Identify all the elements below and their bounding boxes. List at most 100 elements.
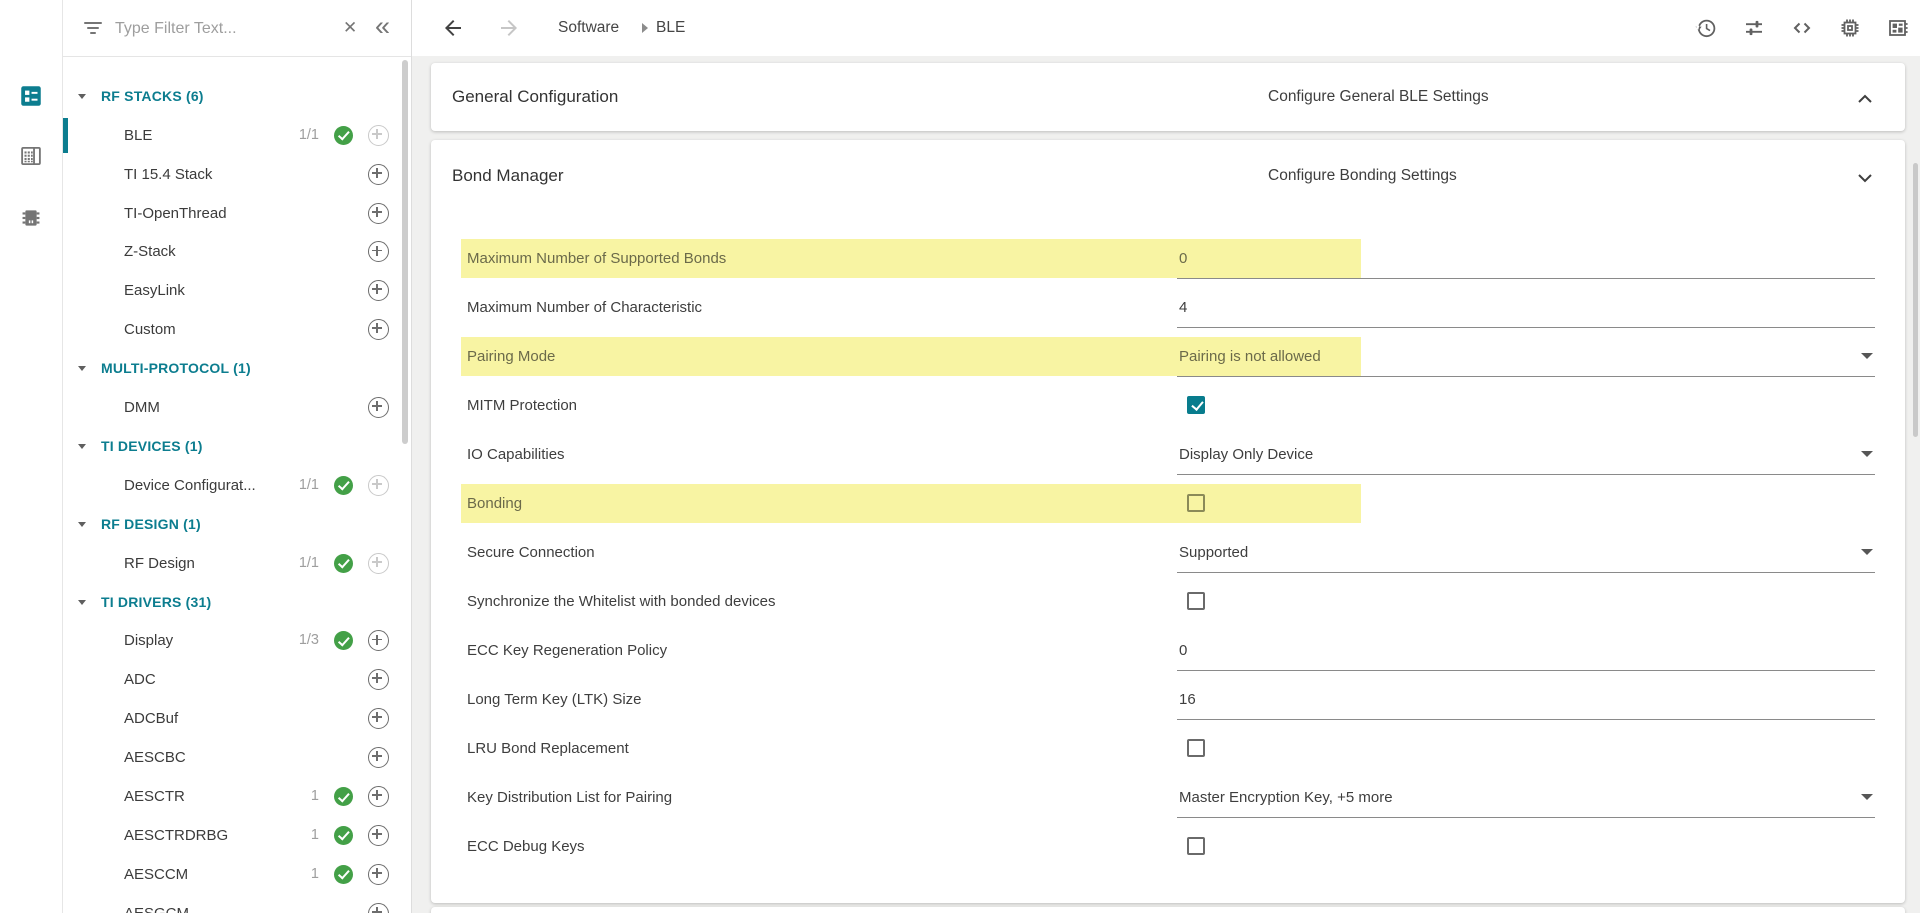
input-underline — [1177, 376, 1875, 377]
back-arrow-icon[interactable] — [441, 16, 465, 45]
tree-item-aescbc[interactable]: AESCBC — [63, 738, 411, 777]
tree-item-aesctrdrbg[interactable]: AESCTRDRBG1 — [63, 816, 411, 855]
lru-bond-replacement-checkbox[interactable] — [1187, 739, 1205, 757]
tune-icon[interactable] — [1742, 16, 1766, 40]
add-module-button[interactable] — [368, 903, 389, 913]
history-icon[interactable] — [1694, 16, 1718, 40]
add-module-button[interactable] — [368, 397, 389, 418]
field-label: Long Term Key (LTK) Size — [467, 675, 642, 724]
chip-icon[interactable] — [1838, 16, 1862, 40]
ecc-key-regeneration-policy-input[interactable]: 0 — [1177, 626, 1875, 675]
device-chip-icon[interactable] — [18, 205, 44, 231]
io-capabilities-select[interactable]: Display Only Device — [1177, 430, 1875, 479]
tree-item-ti-openthread[interactable]: TI-OpenThread — [63, 194, 411, 233]
software-modules-icon[interactable] — [18, 83, 44, 109]
module-count: 1 — [311, 855, 319, 894]
pairing-mode-select[interactable]: Pairing is not allowed — [1177, 332, 1875, 381]
key-distribution-list-for-pairing-select[interactable]: Master Encryption Key, +5 more — [1177, 773, 1875, 822]
tree-item-easylink[interactable]: EasyLink — [63, 271, 411, 310]
field-label: Bonding — [467, 479, 522, 528]
forward-arrow-icon[interactable] — [497, 16, 521, 45]
input-underline — [1177, 817, 1875, 818]
maximum-number-of-supported-bonds-input[interactable]: 0 — [1177, 234, 1875, 283]
add-module-button[interactable] — [368, 475, 389, 496]
tree-section-label: MULTI-PROTOCOL (1) — [101, 349, 251, 388]
collapse-panel-icon[interactable]: « — [375, 0, 390, 54]
add-module-button[interactable] — [368, 241, 389, 262]
module-count: 1 — [311, 777, 319, 816]
selected-indicator — [63, 118, 68, 153]
field-label: Maximum Number of Characteristic — [467, 283, 702, 332]
chevron-down-icon[interactable] — [1857, 171, 1873, 189]
add-module-button[interactable] — [368, 164, 389, 185]
tree-section-multi-protocol-1[interactable]: MULTI-PROTOCOL (1) — [63, 349, 411, 388]
tree-item-aesgcm[interactable]: AESGCM — [63, 894, 411, 913]
expander-arrow-icon[interactable] — [78, 600, 86, 605]
add-module-button[interactable] — [368, 553, 389, 574]
tree-item-adc[interactable]: ADC — [63, 660, 411, 699]
topbar: Software BLE — [412, 0, 1920, 57]
long-term-key-ltk-size-input[interactable]: 16 — [1177, 675, 1875, 724]
mitm-protection-checkbox[interactable] — [1187, 396, 1205, 414]
tree-item-adcbuf[interactable]: ADCBuf — [63, 699, 411, 738]
add-module-button[interactable] — [368, 708, 389, 729]
module-count: 1/3 — [299, 621, 319, 660]
code-icon[interactable] — [1790, 16, 1814, 40]
tree-item-display[interactable]: Display 1/3 — [63, 621, 411, 660]
ecc-debug-keys-checkbox-wrap — [1177, 822, 1875, 871]
breadcrumb-software[interactable]: Software — [558, 0, 619, 56]
tree-item-aesctr[interactable]: AESCTR 1 — [63, 777, 411, 816]
tree-section-ti-devices-1[interactable]: TI DEVICES (1) — [63, 427, 411, 466]
expander-arrow-icon[interactable] — [78, 366, 86, 371]
sidebar-scrollbar-thumb[interactable] — [402, 60, 408, 444]
add-module-button[interactable] — [368, 280, 389, 301]
add-module-button[interactable] — [368, 747, 389, 768]
clear-filter-icon[interactable]: ✕ — [343, 0, 357, 56]
tree-item-label: AESGCM — [124, 894, 189, 913]
synchronize-the-whitelist-with-bonded-devices-checkbox[interactable] — [1187, 592, 1205, 610]
filter-input[interactable] — [113, 13, 337, 45]
tree-item-label: AESCCM — [124, 855, 188, 894]
filter-bar: ✕ « — [63, 0, 411, 57]
tree-item-z-stack[interactable]: Z-Stack — [63, 232, 411, 271]
expander-arrow-icon[interactable] — [78, 444, 86, 449]
added-check-icon — [334, 126, 353, 145]
secure-connection-select[interactable]: Supported — [1177, 528, 1875, 577]
tree-item-ble[interactable]: BLE1/1 — [63, 116, 411, 155]
form-row-pairing-mode: Pairing ModePairing is not allowed — [431, 332, 1905, 381]
add-module-button[interactable] — [368, 669, 389, 690]
add-module-button[interactable] — [368, 319, 389, 340]
tree-item-aesccm[interactable]: AESCCM 1 — [63, 855, 411, 894]
add-module-button[interactable] — [368, 864, 389, 885]
hardware-calculator-icon[interactable] — [18, 143, 44, 169]
general-configuration-card[interactable]: General Configuration Configure General … — [431, 63, 1905, 131]
tree-item-label: Display — [124, 621, 173, 660]
tree-section-rf-design-1[interactable]: RF DESIGN (1) — [63, 505, 411, 544]
tree-section-ti-drivers-31[interactable]: TI DRIVERS (31) — [63, 583, 411, 622]
tree-item-label: RF Design — [124, 544, 195, 583]
tree-item-ti-15-4-stack[interactable]: TI 15.4 Stack — [63, 155, 411, 194]
tree-item-dmm[interactable]: DMM — [63, 388, 411, 427]
input-underline — [1177, 572, 1875, 573]
main-scrollbar-thumb[interactable] — [1913, 163, 1918, 437]
ecc-debug-keys-checkbox[interactable] — [1187, 837, 1205, 855]
maximum-number-of-characteristic-input[interactable]: 4 — [1177, 283, 1875, 332]
add-module-button[interactable] — [368, 786, 389, 807]
expander-arrow-icon[interactable] — [78, 522, 86, 527]
tree-item-device-configurat[interactable]: Device Configurat...1/1 — [63, 466, 411, 505]
expander-arrow-icon[interactable] — [78, 94, 86, 99]
chevron-up-icon[interactable] — [1857, 92, 1873, 110]
tree-section-rf-stacks-6[interactable]: RF STACKS (6) — [63, 77, 411, 116]
add-module-button[interactable] — [368, 630, 389, 651]
tree-item-label: AESCTR — [124, 777, 185, 816]
added-check-icon — [334, 554, 353, 573]
tree-item-rf-design[interactable]: RF Design1/1 — [63, 544, 411, 583]
section-title: General Configuration — [452, 63, 618, 131]
add-module-button[interactable] — [368, 825, 389, 846]
bonding-checkbox[interactable] — [1187, 494, 1205, 512]
add-module-button[interactable] — [368, 203, 389, 224]
selected-value: Display Only Device — [1179, 430, 1313, 479]
dev-board-icon[interactable] — [1886, 16, 1910, 40]
add-module-button[interactable] — [368, 125, 389, 146]
tree-item-custom[interactable]: Custom — [63, 310, 411, 349]
